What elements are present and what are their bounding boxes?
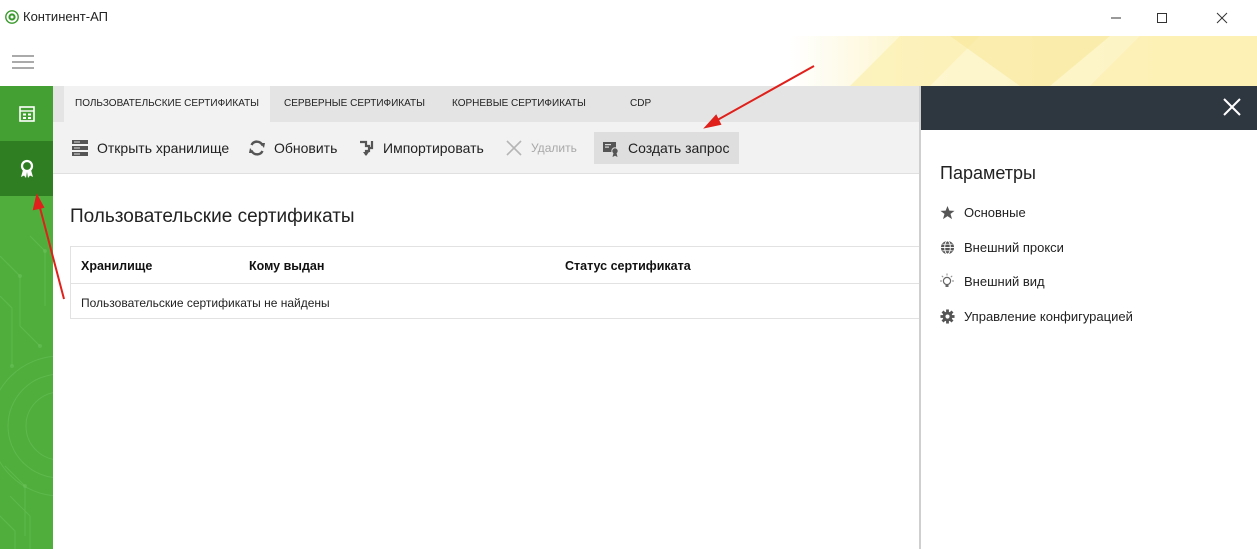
- column-header-status[interactable]: Статус сертификата: [565, 259, 691, 273]
- settings-item-proxy[interactable]: Внешний прокси: [939, 239, 1064, 255]
- column-header-store[interactable]: Хранилище: [81, 259, 152, 273]
- settings-item-label: Внешний вид: [964, 273, 1045, 289]
- import-icon: [355, 137, 377, 159]
- lightbulb-icon: [939, 273, 955, 289]
- hamburger-menu-icon[interactable]: [12, 54, 34, 70]
- close-panel-icon[interactable]: [1221, 96, 1243, 118]
- menu-bar: [0, 36, 1257, 86]
- refresh-icon: [246, 137, 268, 159]
- settings-panel-title: Параметры: [940, 163, 1036, 183]
- storage-icon: [69, 137, 91, 159]
- settings-item-label: Управление конфигурацией: [964, 308, 1133, 324]
- certificate-ribbon-icon: [20, 159, 33, 178]
- open-store-label: Открыть хранилище: [97, 140, 230, 156]
- settings-item-config-management[interactable]: Управление конфигурацией: [939, 308, 1133, 324]
- sidebar-item-dashboard[interactable]: [0, 86, 53, 141]
- column-header-issued-to[interactable]: Кому выдан: [249, 259, 324, 273]
- sidebar-item-certificates[interactable]: [0, 141, 53, 196]
- certificates-table: Хранилище Кому выдан Статус сертификата …: [70, 246, 920, 319]
- table-divider: [71, 283, 920, 284]
- settings-item-appearance[interactable]: Внешний вид: [939, 273, 1045, 289]
- decorative-banner: [790, 36, 1257, 86]
- page-title: Пользовательские сертификаты: [70, 206, 355, 227]
- certificate-request-icon: [600, 137, 622, 159]
- sidebar-circuit-pattern: [0, 235, 53, 549]
- continent-logo-icon: [5, 10, 19, 24]
- delete-x-icon: [503, 137, 525, 159]
- minimize-icon: [1111, 17, 1121, 19]
- open-store-button[interactable]: Открыть хранилище: [69, 132, 229, 164]
- create-request-label: Создать запрос: [628, 140, 730, 156]
- maximize-icon: [1157, 13, 1167, 23]
- gear-icon: [939, 308, 955, 324]
- refresh-label: Обновить: [274, 140, 338, 156]
- main-content: Пользовательские сертификаты Хранилище К…: [53, 175, 920, 549]
- tab-server-certificates[interactable]: СЕРВЕРНЫЕ СЕРТИФИКАТЫ: [273, 86, 436, 122]
- tab-user-certificates[interactable]: ПОЛЬЗОВАТЕЛЬСКИЕ СЕРТИФИКАТЫ: [64, 86, 271, 122]
- import-button[interactable]: Импортировать: [355, 132, 484, 164]
- title-bar: Континент-АП: [0, 0, 1257, 36]
- create-request-button[interactable]: Создать запрос: [594, 132, 740, 164]
- import-label: Импортировать: [383, 140, 484, 156]
- window-title: Континент-АП: [23, 9, 108, 24]
- delete-label: Удалить: [531, 141, 577, 155]
- dashboard-icon: [18, 105, 35, 122]
- settings-panel-header: [921, 86, 1257, 130]
- left-sidebar: [0, 86, 53, 549]
- tab-cdp[interactable]: CDP: [619, 86, 662, 122]
- maximize-button[interactable]: [1144, 6, 1180, 30]
- settings-item-general[interactable]: Основные: [939, 204, 1026, 220]
- toolbar: Открыть хранилище Обновить Импортировать: [53, 122, 919, 174]
- certificate-tabs: ПОЛЬЗОВАТЕЛЬСКИЕ СЕРТИФИКАТЫ СЕРВЕРНЫЕ С…: [53, 86, 919, 122]
- settings-panel: Параметры Основные Внешний прокси Внешни…: [921, 130, 1257, 549]
- minimize-button[interactable]: [1098, 6, 1134, 30]
- refresh-button[interactable]: Обновить: [246, 132, 337, 164]
- close-window-button[interactable]: [1204, 6, 1240, 30]
- close-icon: [1216, 12, 1228, 24]
- star-icon: [939, 204, 955, 220]
- settings-item-label: Внешний прокси: [964, 239, 1064, 255]
- empty-table-message: Пользовательские сертификаты не найдены: [81, 296, 330, 310]
- settings-item-label: Основные: [964, 204, 1026, 220]
- tab-root-certificates[interactable]: КОРНЕВЫЕ СЕРТИФИКАТЫ: [441, 86, 597, 122]
- delete-button[interactable]: Удалить: [503, 132, 577, 164]
- globe-icon: [939, 239, 955, 255]
